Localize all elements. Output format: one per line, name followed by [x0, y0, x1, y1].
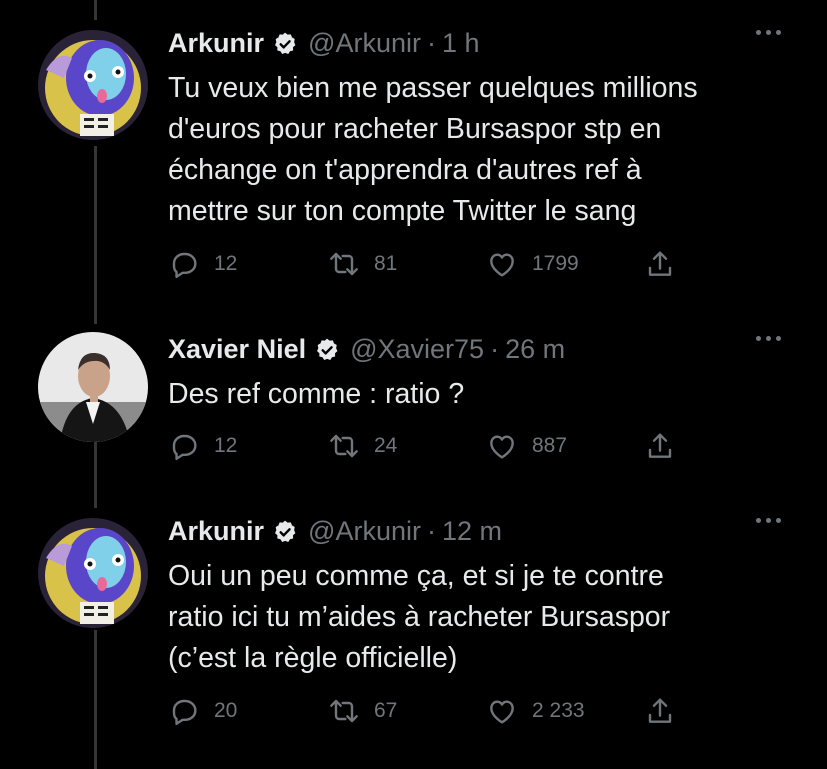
handle[interactable]: @Arkunir — [308, 516, 421, 547]
handle[interactable]: @Arkunir — [308, 28, 421, 59]
more-icon[interactable] — [756, 518, 781, 523]
like-icon — [490, 700, 514, 724]
avatar-arkunir[interactable] — [38, 518, 148, 628]
avatar-xavier-niel[interactable] — [38, 332, 148, 442]
retweet-icon — [330, 699, 358, 723]
reply-count: 12 — [214, 434, 238, 457]
more-icon[interactable] — [756, 336, 781, 341]
reply-button[interactable]: 12 — [168, 248, 237, 280]
share-button[interactable] — [644, 430, 676, 462]
separator: · — [426, 28, 436, 58]
like-icon — [490, 435, 514, 459]
action-bar: 20 67 2 233 — [168, 695, 688, 727]
retweet-button[interactable]: 67 — [328, 695, 397, 727]
tweet-text-line: (c’est la règle officielle) — [168, 642, 458, 674]
like-icon — [490, 253, 514, 277]
like-button[interactable]: 2 233 — [486, 695, 585, 727]
reply-count: 20 — [214, 699, 238, 722]
retweet-icon — [330, 434, 358, 458]
tweet-text-line: mettre sur ton compte Twitter le sang — [168, 195, 637, 227]
reply-button[interactable]: 12 — [168, 430, 237, 462]
thread-line-2 — [94, 442, 97, 508]
reply-icon — [172, 434, 197, 460]
share-icon — [648, 433, 672, 458]
handle[interactable]: @Xavier75 — [350, 334, 484, 365]
share-button[interactable] — [644, 248, 676, 280]
thread-line-3 — [94, 630, 97, 769]
action-bar: 12 24 887 — [168, 430, 688, 462]
timestamp[interactable]: 26 m — [505, 334, 565, 365]
like-button[interactable]: 887 — [486, 430, 567, 462]
retweet-count: 67 — [374, 699, 398, 722]
share-button[interactable] — [644, 695, 676, 727]
avatar-arkunir[interactable] — [38, 30, 148, 140]
timestamp[interactable]: 12 m — [442, 516, 502, 547]
display-name[interactable]: Xavier Niel — [168, 334, 306, 365]
separator: · — [490, 334, 500, 364]
tweet-text: Des ref comme : ratio ? — [168, 374, 788, 415]
tweet-text-line: d'euros pour racheter Bursaspor stp en — [168, 113, 662, 145]
retweet-count: 24 — [374, 434, 398, 457]
like-count: 2 233 — [532, 699, 585, 722]
timestamp[interactable]: 1 h — [442, 28, 480, 59]
more-icon[interactable] — [756, 30, 781, 35]
thread-line-1 — [94, 146, 97, 324]
action-bar: 12 81 1799 — [168, 248, 688, 280]
tweet-text-line: échange on t'apprendra d'autres ref à — [168, 154, 642, 186]
reply-count: 12 — [214, 252, 238, 275]
verified-badge-icon — [272, 519, 298, 545]
display-name[interactable]: Arkunir — [168, 516, 264, 547]
share-icon — [648, 698, 672, 723]
retweet-count: 81 — [374, 252, 398, 275]
separator: · — [426, 516, 436, 546]
retweet-button[interactable]: 81 — [328, 248, 397, 280]
verified-badge-icon — [314, 337, 340, 363]
like-count: 1799 — [532, 252, 579, 275]
verified-badge-icon — [272, 31, 298, 57]
retweet-icon — [330, 252, 358, 276]
thread-line-top — [94, 0, 97, 20]
tweet-text-line: Des ref comme : ratio ? — [168, 378, 465, 410]
tweet-text: Oui un peu comme ça, et si je te contre … — [168, 556, 788, 679]
like-count: 887 — [532, 434, 568, 457]
share-icon — [648, 251, 672, 276]
reply-icon — [172, 699, 197, 725]
tweet-text: Tu veux bien me passer quelques millions… — [168, 68, 788, 232]
tweet-text-line: ratio ici tu m’aides à racheter Bursaspo… — [168, 601, 671, 633]
tweet-text-line: Oui un peu comme ça, et si je te contre — [168, 560, 664, 592]
display-name[interactable]: Arkunir — [168, 28, 264, 59]
tweet-text-line: Tu veux bien me passer quelques millions — [168, 72, 698, 104]
retweet-button[interactable]: 24 — [328, 430, 397, 462]
reply-button[interactable]: 20 — [168, 695, 237, 727]
like-button[interactable]: 1799 — [486, 248, 579, 280]
reply-icon — [172, 252, 197, 278]
